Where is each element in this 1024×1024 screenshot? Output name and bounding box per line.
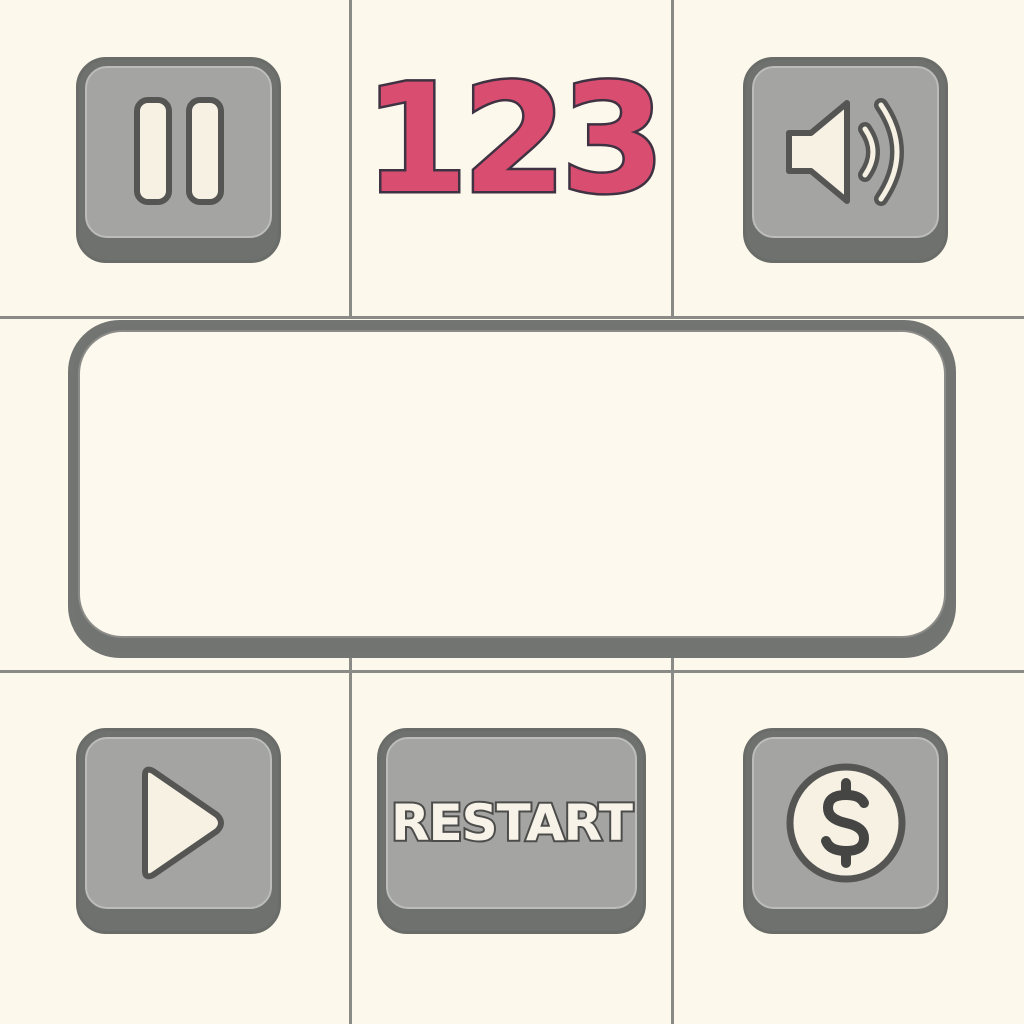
- dollar-coin-icon: [786, 763, 905, 883]
- grid-divider: [671, 0, 674, 318]
- message-panel-body: [78, 330, 946, 638]
- play-button[interactable]: [76, 728, 281, 934]
- play-icon: [141, 766, 224, 880]
- pause-icon: [133, 97, 224, 205]
- message-panel: [68, 320, 956, 658]
- sound-toggle-button[interactable]: [743, 57, 948, 263]
- grid-divider: [349, 655, 352, 1024]
- speaker-icon: [785, 98, 904, 206]
- grid-divider: [0, 670, 1024, 673]
- restart-button[interactable]: RESTART: [377, 728, 646, 934]
- game-hud: 123 RESTART: [0, 0, 1024, 1024]
- score-counter: 123: [361, 51, 667, 230]
- shop-button[interactable]: [743, 728, 948, 934]
- restart-label: RESTART: [389, 792, 635, 854]
- pause-button[interactable]: [76, 57, 281, 263]
- grid-divider: [671, 655, 674, 1024]
- grid-divider: [0, 316, 1024, 319]
